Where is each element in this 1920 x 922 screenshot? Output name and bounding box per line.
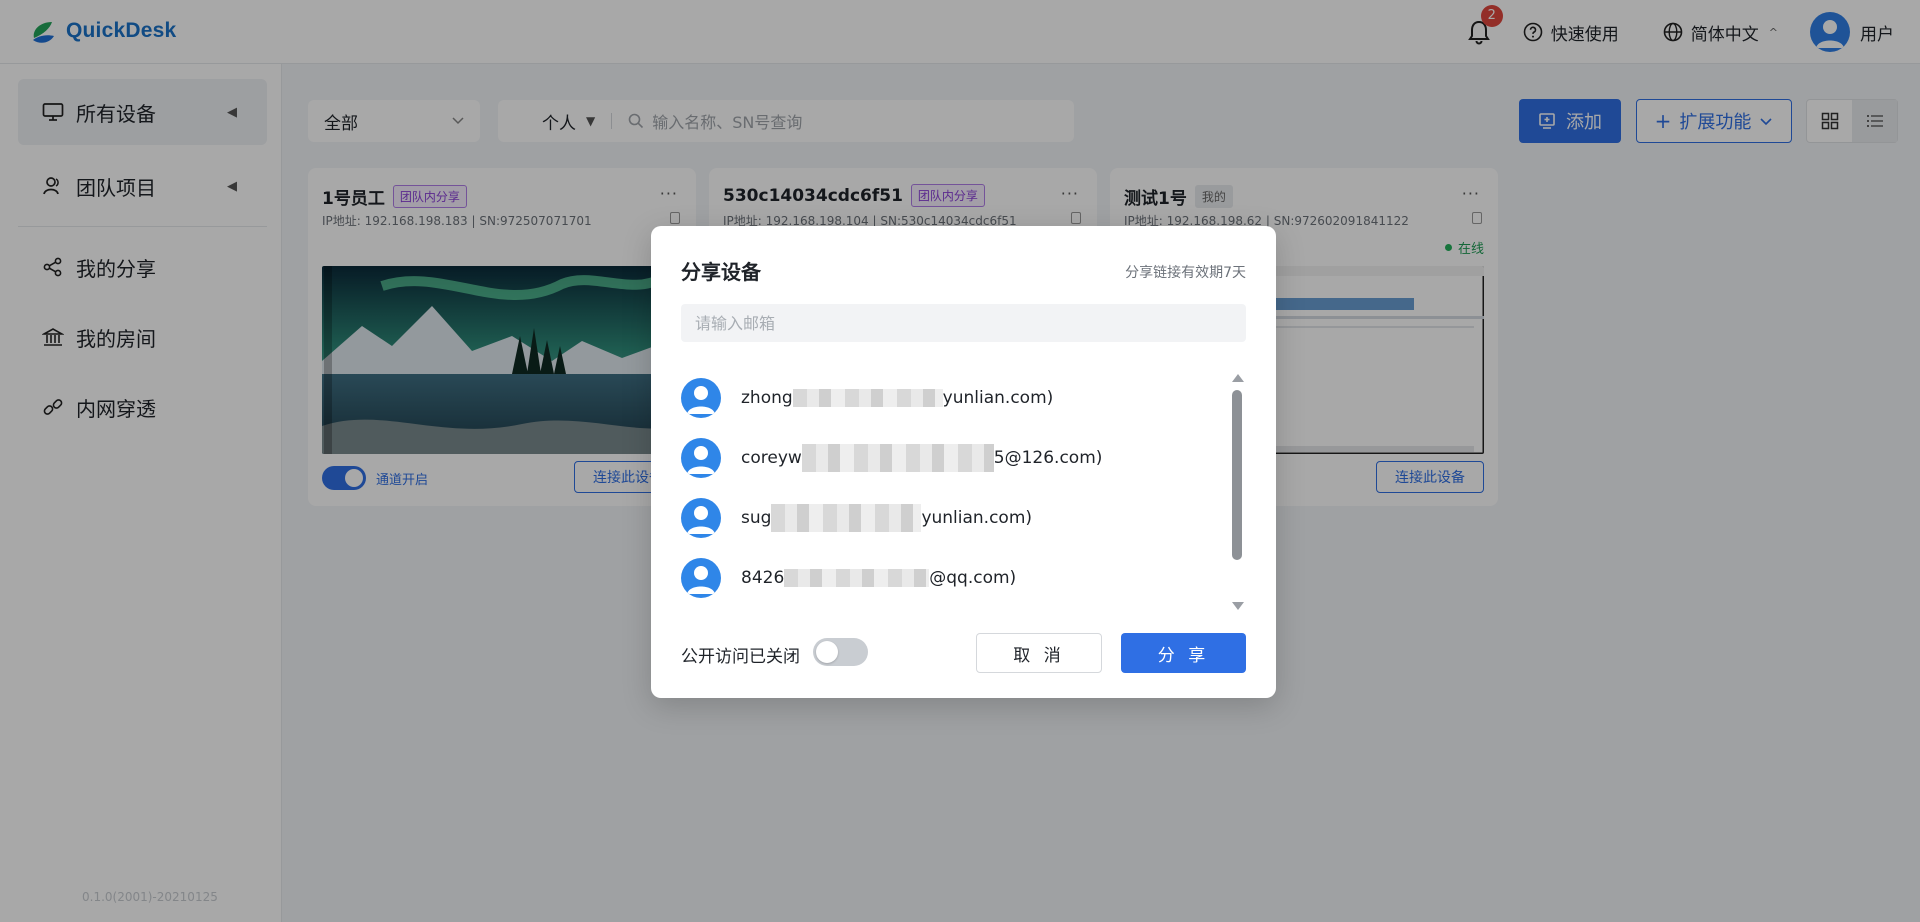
- user-email: coreyw 5@126.com): [741, 444, 1102, 472]
- public-access-switch[interactable]: [813, 638, 868, 666]
- user-email-prefix: zhong: [741, 388, 793, 408]
- user-email-suffix: yunlian.com): [942, 388, 1054, 408]
- user-email: 8426 @qq.com): [741, 568, 1016, 588]
- share-button[interactable]: 分 享: [1121, 633, 1246, 673]
- email-input[interactable]: [681, 304, 1246, 342]
- share-validity-hint: 分享链接有效期7天: [1125, 265, 1246, 281]
- list-item[interactable]: sug yunlian.com): [681, 496, 1032, 540]
- scroll-up-arrow-icon[interactable]: [1232, 374, 1244, 382]
- share-device-dialog: 分享设备 分享链接有效期7天 zhong yunlian.com) coreyw 5…: [651, 226, 1276, 698]
- user-email-suffix: @qq.com): [929, 568, 1017, 588]
- user-email-prefix: coreyw: [741, 448, 802, 468]
- user-avatar-icon: [681, 378, 721, 418]
- list-item[interactable]: 8426 @qq.com): [681, 556, 1016, 600]
- user-avatar-icon: [681, 438, 721, 478]
- redacted-block: [792, 389, 943, 407]
- redacted-block: [801, 444, 994, 472]
- user-email-prefix: 8426: [741, 568, 785, 588]
- list-scrollbar[interactable]: [1232, 390, 1242, 560]
- user-email: sug yunlian.com): [741, 504, 1032, 532]
- user-email: zhong yunlian.com): [741, 388, 1053, 408]
- user-email-prefix: sug: [741, 508, 772, 528]
- user-email-suffix: 5@126.com): [993, 448, 1103, 468]
- redacted-block: [784, 569, 930, 587]
- list-item[interactable]: zhong yunlian.com): [681, 376, 1053, 420]
- user-email-suffix: yunlian.com): [921, 508, 1033, 528]
- redacted-block: [771, 504, 922, 532]
- public-access-label: 公开访问已关闭: [681, 647, 800, 667]
- user-list: zhong yunlian.com) coreyw 5@126.com) sug yu…: [681, 376, 1226, 616]
- cancel-button[interactable]: 取 消: [976, 633, 1102, 673]
- user-avatar-icon: [681, 558, 721, 598]
- scroll-down-arrow-icon[interactable]: [1232, 602, 1244, 610]
- list-item[interactable]: coreyw 5@126.com): [681, 436, 1102, 480]
- dialog-title: 分享设备: [681, 260, 761, 284]
- user-avatar-icon: [681, 498, 721, 538]
